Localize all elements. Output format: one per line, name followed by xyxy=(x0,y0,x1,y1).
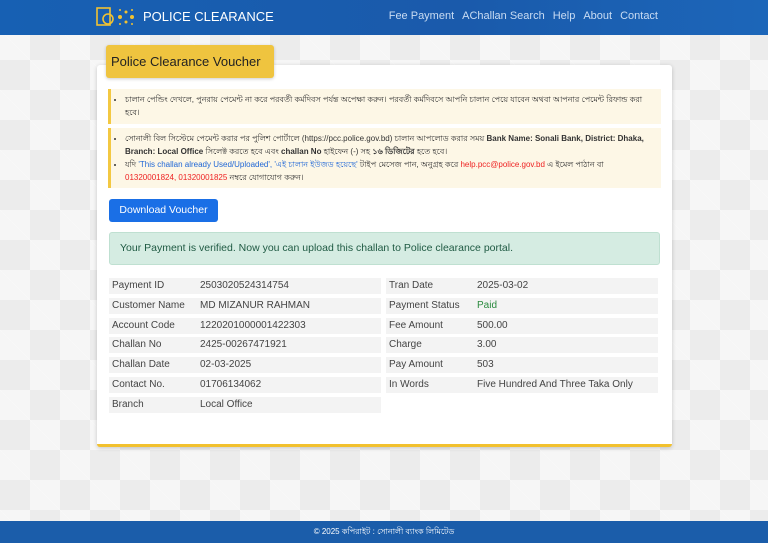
detail-value: 2025-03-02 xyxy=(477,280,529,291)
text: যদি xyxy=(125,160,139,169)
nav-fee-payment[interactable]: Fee Payment xyxy=(389,10,454,22)
detail-label: Account Code xyxy=(112,319,175,331)
digit-count: ১৬ ডিজিটের xyxy=(372,147,415,156)
detail-value: 3.00 xyxy=(477,339,497,351)
pending-notice: চালান পেন্ডিং দেখলে, পুনরায় পেমেন্ট না … xyxy=(108,89,661,124)
challan-no-label: challan No xyxy=(281,147,322,156)
detail-row: Account Code 1220201000001422303 xyxy=(109,317,381,334)
detail-value: 500.00 xyxy=(477,319,508,331)
detail-row: Challan No 2425-00267471921 xyxy=(109,337,381,354)
detail-value: Five Hundred And Three Taka Only xyxy=(477,378,633,390)
top-navbar: POLICE CLEARANCE Fee Payment AChallan Se… xyxy=(0,0,768,35)
detail-row: In Words Five Hundred And Three Taka Only xyxy=(386,376,658,393)
detail-value: 503 xyxy=(477,359,494,371)
detail-row: Contact No. 01706134062 xyxy=(109,376,381,393)
detail-label: Contact No. xyxy=(112,378,165,390)
detail-label: Tran Date xyxy=(389,280,434,291)
detail-label: Charge xyxy=(389,339,422,351)
detail-label: Payment Status xyxy=(389,299,460,311)
detail-value: Paid xyxy=(477,299,498,311)
detail-value: MD MIZANUR RAHMAN xyxy=(200,299,310,311)
text: টাইপ মেসেজ পান, অনুগ্রহ করে xyxy=(357,160,461,169)
detail-label: Payment ID xyxy=(112,280,165,291)
nav-contact[interactable]: Contact xyxy=(620,10,658,22)
detail-row: Branch Local Office xyxy=(109,396,381,413)
details-right: Tran Date 2025-03-02 Payment Status Paid Fee… xyxy=(386,278,658,397)
detail-value: 02-03-2025 xyxy=(200,359,252,371)
detail-label: Customer Name xyxy=(112,299,185,311)
detail-row: Fee Amount 500.00 xyxy=(386,317,658,334)
page-title: Police Clearance Voucher xyxy=(106,45,274,78)
details-left: Payment ID 2503020524314754 Customer Name M… xyxy=(109,278,381,417)
detail-label: Pay Amount xyxy=(389,359,443,371)
footer-copyright: © 2025 কপিরাইট : সোনালী ব্যাংক লিমিটেড xyxy=(0,521,768,543)
notice-item: চালান পেন্ডিং দেখলে, পুনরায় পেমেন্ট না … xyxy=(125,93,655,119)
detail-row: Charge 3.00 xyxy=(386,337,658,354)
detail-row: Payment ID 2503020524314754 xyxy=(109,278,381,294)
detail-label: In Words xyxy=(389,378,429,390)
upload-notice: সোনালী বিল সিস্টেমে পেমেন্ট করার পর পুলি… xyxy=(108,128,661,188)
detail-row: Challan Date 02-03-2025 xyxy=(109,357,381,374)
text: হতে হবে। xyxy=(414,147,448,156)
police-logo-icon[interactable] xyxy=(96,5,138,29)
text: সোনালী বিল সিস্টেমে পেমেন্ট করার পর পুলি… xyxy=(125,134,487,143)
brand-title[interactable]: POLICE CLEARANCE xyxy=(143,9,274,24)
nav-help[interactable]: Help xyxy=(553,10,576,22)
detail-label: Fee Amount xyxy=(389,319,443,331)
text: এ ইমেল পাঠান বা xyxy=(544,160,604,169)
detail-label: Challan No xyxy=(112,339,162,351)
detail-value: Local Office xyxy=(200,398,253,410)
detail-value: 1220201000001422303 xyxy=(200,319,306,331)
download-voucher-button[interactable]: Download Voucher xyxy=(109,199,218,222)
nav-about[interactable]: About xyxy=(583,10,612,22)
help-phones: 01320001824, 01320001825 xyxy=(125,173,228,182)
nav-challan-search[interactable]: AChallan Search xyxy=(462,10,545,22)
error-message-text: 'This challan already Used/Uploaded', 'এ… xyxy=(138,160,358,169)
text: নম্বরে যোগাযোগ করুন। xyxy=(227,173,304,182)
detail-value: 2425-00267471921 xyxy=(200,339,287,351)
detail-label: Branch xyxy=(112,398,144,410)
nav-menu: Fee Payment AChallan Search Help About C… xyxy=(389,10,658,22)
detail-row: Pay Amount 503 xyxy=(386,357,658,374)
help-email[interactable]: help.pcc@police.gov.bd xyxy=(460,160,544,169)
detail-label: Challan Date xyxy=(112,359,170,371)
detail-row: Tran Date 2025-03-02 xyxy=(386,278,658,294)
notice-item: যদি 'This challan already Used/Uploaded'… xyxy=(125,158,655,184)
text: হাইফেন (-) সহ xyxy=(321,147,373,156)
text: সিলেক্ট করতে হবে এবং xyxy=(203,147,282,156)
detail-value: 2503020524314754 xyxy=(200,280,289,291)
success-alert: Your Payment is verified. Now you can up… xyxy=(109,232,660,265)
detail-row: Customer Name MD MIZANUR RAHMAN xyxy=(109,297,381,314)
detail-value: 01706134062 xyxy=(200,378,262,390)
notice-item: সোনালী বিল সিস্টেমে পেমেন্ট করার পর পুলি… xyxy=(125,132,655,158)
detail-row: Payment Status Paid xyxy=(386,297,658,314)
